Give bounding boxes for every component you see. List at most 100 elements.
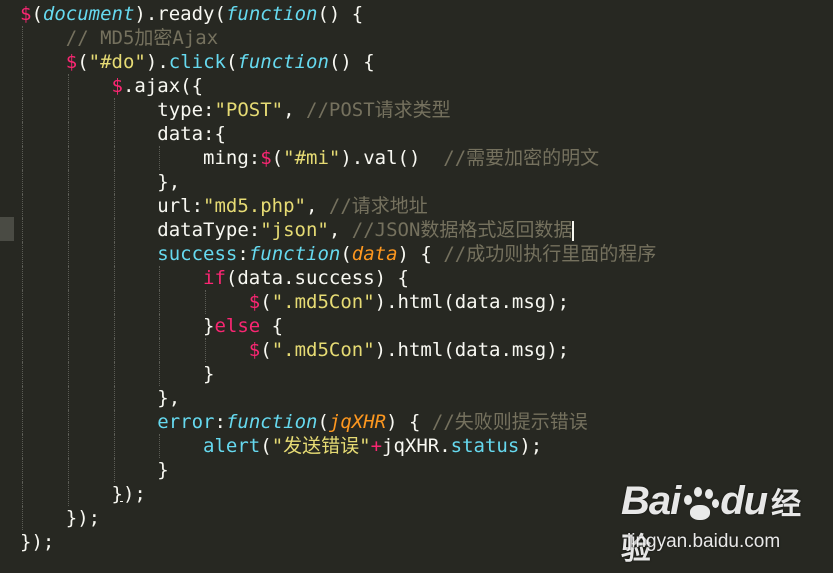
code-token: "发送错误" [271,435,371,457]
indent-guide [159,434,161,458]
code-token: "md5.php" [203,195,306,217]
code-token: , [283,99,306,121]
indent-guide [22,386,23,410]
code-token: ".md5Con" [271,339,375,361]
code-line[interactable]: data:{ [20,122,656,146]
indent-guide [113,434,115,458]
code-token: click [168,51,226,73]
indent-guide [113,98,115,122]
code-token: ( [260,291,272,313]
code-line[interactable]: $(".md5Con").html(data.msg); [20,338,656,362]
code-token: ( [31,3,43,25]
code-line[interactable]: } [20,362,656,386]
indent-guide [113,410,115,434]
indent-guide [159,266,161,290]
code-token: "POST" [214,99,284,121]
indent-guide [113,194,115,218]
code-line[interactable]: url:"md5.php", //请求地址 [20,194,656,218]
code-line[interactable]: } [20,458,656,482]
indent-guide [22,50,23,74]
code-line[interactable]: alert("发送错误"+jqXHR.status); [20,434,656,458]
code-token: function [248,243,341,265]
code-line[interactable]: }else { [20,314,656,338]
code-line[interactable]: }); [20,506,656,530]
code-token: } [20,315,215,337]
code-area[interactable]: $(document).ready(function() { // MD5加密A… [20,2,656,554]
indent-guide [22,314,23,338]
indent-guide [67,146,69,170]
code-token: function [237,51,329,73]
code-line[interactable]: if(data.success) { [20,266,656,290]
code-line[interactable]: $.ajax({ [20,74,656,98]
code-token: $ [248,339,261,361]
code-line[interactable]: dataType:"json", //JSON数据格式返回数据 [20,218,656,242]
code-token: //成功则执行里面的程序 [443,243,657,265]
code-editor[interactable]: $(document).ready(function() { // MD5加密A… [0,0,833,573]
code-token: function [225,3,318,25]
code-token: $ [248,291,261,313]
code-token: ( [77,51,89,73]
code-token: ) { [386,411,432,433]
indent-guide [113,314,115,338]
indent-guide [67,314,69,338]
code-line[interactable]: $(".md5Con").html(data.msg); [20,290,656,314]
code-line[interactable]: success:function(data) { //成功则执行里面的程序 [20,242,656,266]
code-token: : [214,411,226,433]
indent-guide [22,410,23,434]
indent-guide [159,290,161,314]
indent-guide [67,74,69,98]
code-token: type: [20,99,215,121]
code-line[interactable]: }, [20,170,656,194]
code-token: error [157,411,215,433]
code-token: status [450,435,520,457]
baidu-logo: Bai du 经验 [621,479,802,566]
code-token: () { [317,3,364,25]
indent-guide [67,218,69,242]
indent-guide [22,26,23,50]
indent-guide [67,482,69,506]
indent-guide [22,362,23,386]
code-line[interactable]: }); [20,530,656,554]
code-token: //请求地址 [328,195,428,217]
code-token: } [20,459,169,481]
code-line[interactable]: }, [20,386,656,410]
code-token: else [214,315,261,337]
code-token: ".md5Con" [271,291,375,313]
indent-guide [113,242,115,266]
indent-guide [22,122,23,146]
code-line[interactable]: // MD5加密Ajax [20,26,656,50]
code-line[interactable]: ming:$("#mi").val() //需要加密的明文 [20,146,656,170]
indent-guide [67,362,69,386]
code-token: if [203,267,226,289]
code-token: data [351,243,398,265]
code-line[interactable]: error:function(jqXHR) { //失败则提示错误 [20,410,656,434]
code-token: jqXHR. [382,435,451,457]
baidu-jingyan-watermark: Bai du 经验 jingyan.baidu.com [621,479,821,566]
indent-guide [159,338,161,362]
code-token: , [328,219,352,241]
code-line[interactable]: $(document).ready(function() { [20,2,656,26]
indent-guide [113,218,115,242]
code-line[interactable]: }); [20,482,656,506]
code-line[interactable]: $("#do").click(function() { [20,50,656,74]
indent-guide [159,146,161,170]
indent-guide [113,386,115,410]
current-line-gutter-marker [0,217,14,241]
indent-guide [22,218,23,242]
indent-guide [113,266,115,290]
code-token: , [305,195,329,217]
indent-guide [22,506,23,530]
code-token: success [157,243,238,265]
code-line[interactable]: type:"POST", //POST请求类型 [20,98,656,122]
indent-guide [113,122,115,146]
code-token: ( [260,339,272,361]
indent-guide [22,98,23,122]
code-token: //POST请求类型 [306,99,451,121]
code-token: ).html(data.msg); [374,339,570,361]
code-token: ). [145,51,169,73]
